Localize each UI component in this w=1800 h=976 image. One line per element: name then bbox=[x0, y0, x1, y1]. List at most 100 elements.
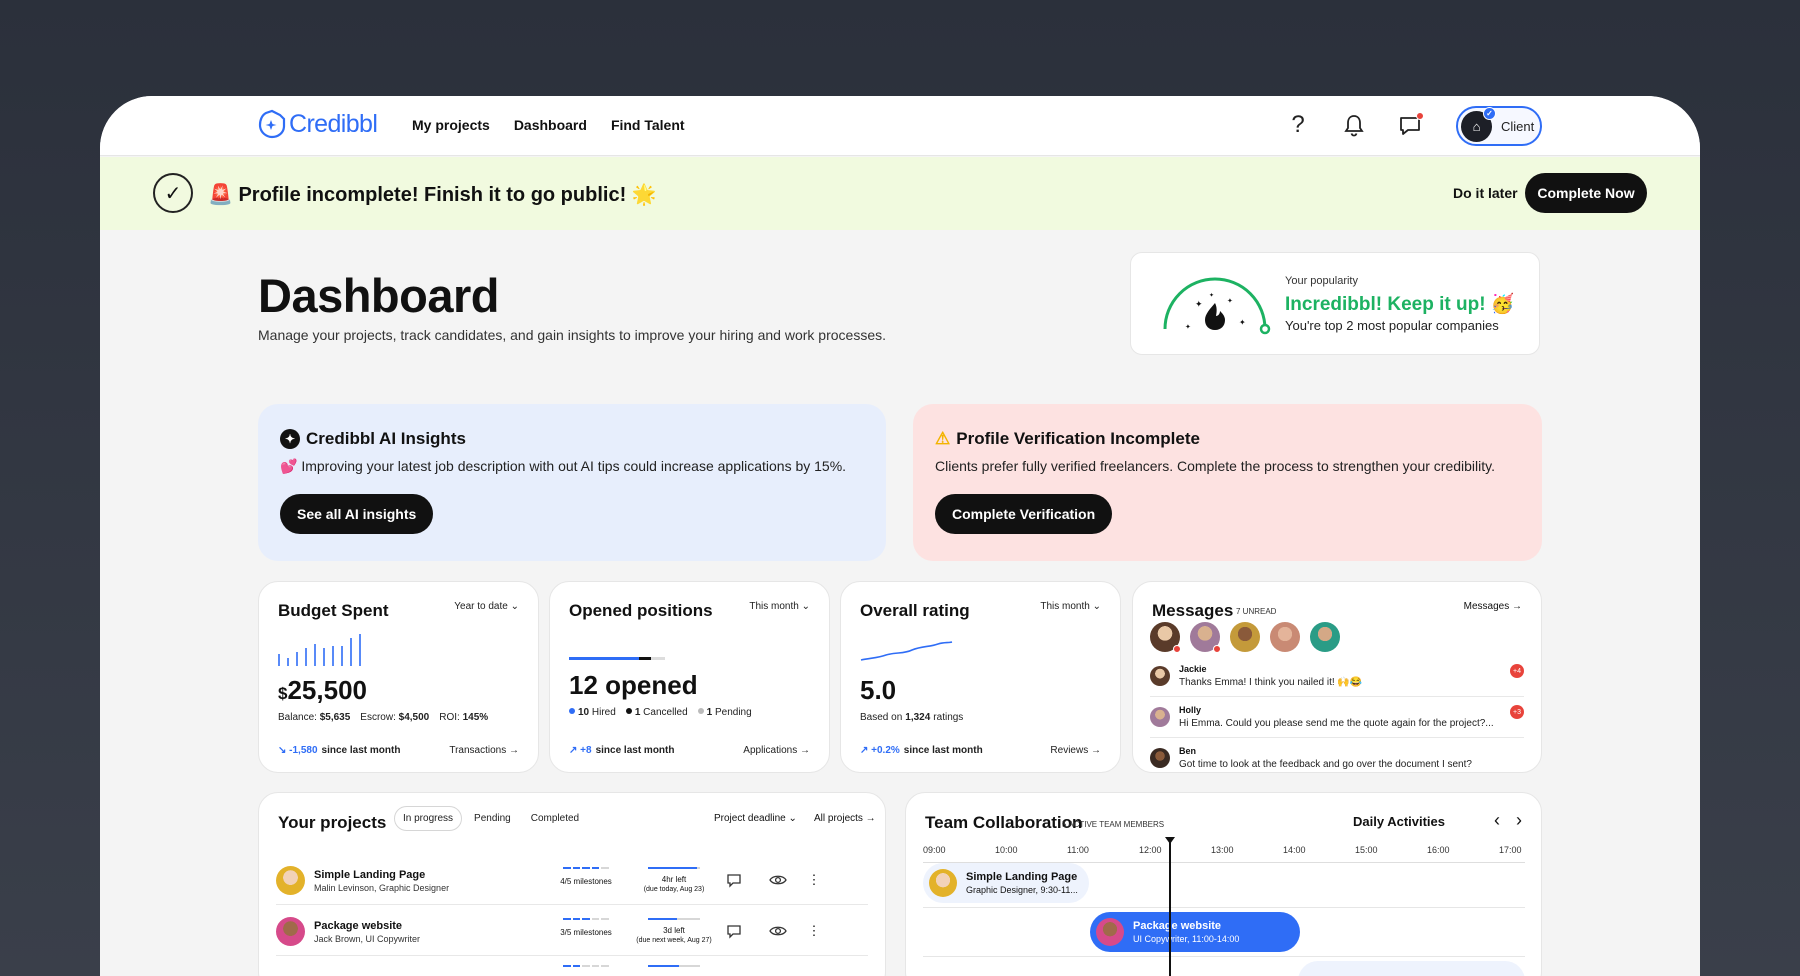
verification-text: Clients prefer fully verified freelancer… bbox=[935, 458, 1495, 474]
avatar[interactable] bbox=[1190, 622, 1221, 653]
event-name: Simple Landing Page bbox=[966, 871, 1078, 883]
hour-label: 11:00 bbox=[1067, 845, 1089, 855]
online-dot bbox=[1173, 645, 1181, 653]
comment-icon[interactable] bbox=[725, 922, 743, 940]
hired-label: Hired bbox=[591, 707, 616, 718]
balance-value: $5,635 bbox=[319, 712, 351, 723]
applications-link[interactable]: Applications → bbox=[743, 745, 810, 756]
team-member-count: 5 ACTIVE TEAM MEMBERS bbox=[1062, 820, 1165, 829]
nav-links: My projects Dashboard Find Talent bbox=[412, 117, 685, 133]
positions-breakdown: 10 Hired 1 Cancelled 1 Pending bbox=[569, 707, 752, 718]
unread-count: 7 UNREAD bbox=[1236, 607, 1277, 616]
positions-period-select[interactable]: This month ⌄ bbox=[749, 601, 810, 612]
more-options-icon[interactable]: ⋮ bbox=[805, 922, 823, 940]
svg-text:✦: ✦ bbox=[1185, 323, 1191, 331]
logo[interactable]: Credibbl bbox=[258, 109, 378, 139]
project-row[interactable]: Simple Landing Page Malin Levinson, Grap… bbox=[276, 858, 868, 904]
comment-icon[interactable] bbox=[725, 871, 743, 889]
view-icon[interactable] bbox=[769, 871, 787, 889]
timeline-hours: 09:00 10:00 11:00 12:00 13:00 14:00 15:0… bbox=[923, 845, 1523, 859]
project-name: Simple Landing Page bbox=[314, 869, 426, 881]
rating-period-select[interactable]: This month ⌄ bbox=[1040, 601, 1101, 612]
avatar[interactable] bbox=[1310, 622, 1340, 652]
timeline-event[interactable] bbox=[1298, 961, 1525, 976]
positions-card: Opened positions This month ⌄ 12 opened … bbox=[549, 581, 830, 773]
project-tabs: In progress Pending Completed bbox=[394, 806, 587, 831]
avatar[interactable] bbox=[1230, 622, 1260, 652]
transactions-link[interactable]: Transactions → bbox=[449, 745, 519, 756]
messages-link[interactable]: Messages → bbox=[1464, 601, 1522, 612]
time-bar bbox=[648, 965, 700, 967]
avatar[interactable] bbox=[1270, 622, 1300, 652]
popularity-label: Your popularity bbox=[1285, 275, 1358, 287]
more-options-icon[interactable]: ⋮ bbox=[805, 871, 823, 889]
logo-icon bbox=[258, 109, 286, 139]
escrow-value: $4,500 bbox=[398, 712, 430, 723]
project-row[interactable]: Package website Jack Brown, UI Copywrite… bbox=[276, 909, 868, 955]
positions-delta-suffix: since last month bbox=[595, 745, 675, 756]
tab-in-progress[interactable]: In progress bbox=[394, 806, 463, 831]
popularity-detail: You're top 2 most popular companies bbox=[1285, 318, 1499, 333]
svg-text:✦: ✦ bbox=[1239, 318, 1246, 327]
roi: ROI: 145% bbox=[439, 712, 488, 723]
ai-insights-text: 💕 Improving your latest job description … bbox=[280, 458, 847, 474]
hour-label: 14:00 bbox=[1283, 845, 1306, 855]
all-projects-link[interactable]: All projects → bbox=[814, 813, 876, 824]
rating-sparkline bbox=[860, 641, 953, 661]
nav-dashboard[interactable]: Dashboard bbox=[514, 117, 587, 133]
account-switcher[interactable]: ⌂ ✓ Client bbox=[1456, 106, 1542, 146]
chevron-right-icon[interactable]: › bbox=[1510, 809, 1528, 831]
lane-divider bbox=[923, 956, 1525, 957]
tab-pending[interactable]: Pending bbox=[466, 807, 519, 830]
see-all-ai-insights-button[interactable]: See all AI insights bbox=[280, 494, 434, 534]
chat-icon[interactable] bbox=[1396, 111, 1424, 139]
tab-completed[interactable]: Completed bbox=[523, 807, 587, 830]
time-left: 3d left (due next week, Aug 27) bbox=[616, 926, 732, 945]
rating-count: 1,324 bbox=[905, 712, 931, 723]
current-time-line bbox=[1169, 841, 1171, 976]
do-it-later-link[interactable]: Do it later bbox=[1453, 185, 1518, 201]
timeline-event[interactable]: Package website UI Copywriter, 11:00-14:… bbox=[1090, 912, 1300, 952]
nav-my-projects[interactable]: My projects bbox=[412, 117, 490, 133]
time-bar bbox=[648, 867, 700, 869]
complete-now-button[interactable]: Complete Now bbox=[1525, 173, 1647, 213]
thread-preview: Thanks Emma! I think you nailed it! 🙌😂 bbox=[1179, 677, 1363, 688]
project-sort-select[interactable]: Project deadline ⌄ bbox=[714, 813, 797, 824]
timeline-event[interactable]: Simple Landing Page Graphic Designer, 9:… bbox=[923, 863, 1089, 903]
due-date: (due today, Aug 23) bbox=[643, 886, 705, 893]
time-bar bbox=[648, 918, 700, 920]
positions-headline: 12 opened bbox=[569, 670, 698, 700]
divider bbox=[276, 904, 868, 905]
thread-sender: Ben bbox=[1179, 746, 1197, 756]
budget-period-select[interactable]: Year to date ⌄ bbox=[454, 601, 519, 612]
messages-title: Messages bbox=[1152, 601, 1234, 620]
balance: Balance: $5,635 bbox=[278, 712, 350, 723]
thread-preview: Hi Emma. Could you please send me the qu… bbox=[1179, 718, 1494, 729]
budget-sparkbars bbox=[278, 634, 361, 666]
message-thread[interactable]: Ben Got time to look at the feedback and… bbox=[1150, 744, 1524, 772]
hour-label: 17:00 bbox=[1499, 845, 1522, 855]
reviews-link[interactable]: Reviews → bbox=[1050, 745, 1101, 756]
budget-card: Budget Spent Year to date ⌄ $25,500 Bala… bbox=[258, 581, 539, 773]
help-icon[interactable]: ? bbox=[1284, 111, 1312, 139]
rating-card: Overall rating This month ⌄ 5.0 Based on… bbox=[840, 581, 1121, 773]
account-label: Client bbox=[1501, 118, 1535, 134]
rating-delta: ↗ +0.2% bbox=[860, 745, 900, 756]
budget-delta: ↘ -1,580 bbox=[278, 745, 318, 756]
current-time-marker bbox=[1165, 837, 1175, 844]
popularity-headline: Incredibbl! Keep it up! 🥳 bbox=[1285, 294, 1515, 315]
svg-text:✦: ✦ bbox=[1195, 299, 1203, 309]
pending-count: 1 bbox=[706, 707, 713, 718]
avatar[interactable] bbox=[1150, 622, 1181, 653]
avatar bbox=[1150, 707, 1170, 727]
daily-activities-label: Daily Activities bbox=[1353, 814, 1446, 829]
svg-text:✦: ✦ bbox=[1209, 292, 1214, 299]
complete-verification-button[interactable]: Complete Verification bbox=[935, 494, 1113, 534]
popularity-gauge-icon: ✦ ✦ ✦ ✦ ✦ bbox=[1163, 277, 1271, 335]
bell-icon[interactable] bbox=[1340, 111, 1368, 139]
view-icon[interactable] bbox=[769, 922, 787, 940]
chevron-left-icon[interactable]: ‹ bbox=[1488, 809, 1506, 831]
project-assignee: Jack Brown, UI Copywriter bbox=[314, 934, 421, 944]
roi-value: 145% bbox=[462, 712, 489, 723]
nav-find-talent[interactable]: Find Talent bbox=[611, 117, 685, 133]
